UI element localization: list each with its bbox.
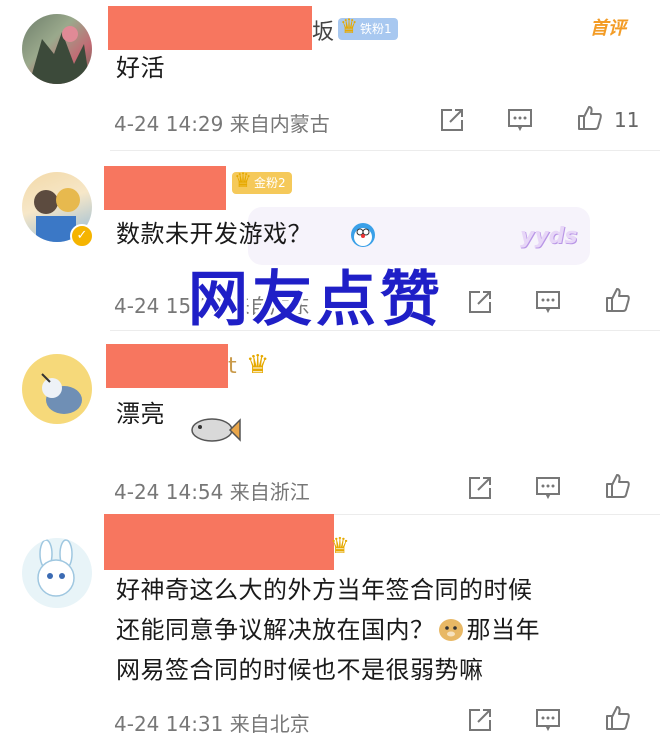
- share-icon[interactable]: [466, 288, 494, 316]
- comment-item: ♛ 好神奇这么大的外方当年签合同的时候 还能同意争议解决放在国内？ 那当年 网易…: [0, 514, 660, 752]
- like-count: 11: [614, 108, 640, 132]
- fan-badge-label: 铁粉1: [360, 22, 392, 36]
- like-icon[interactable]: [575, 104, 603, 132]
- avatar[interactable]: [22, 14, 92, 84]
- share-icon[interactable]: [466, 706, 494, 734]
- crown-icon: ♛: [340, 14, 358, 38]
- comment-item: 坂 ♛ 铁粉1 首评 好活 4-24 14:29 来自内蒙古 11: [0, 0, 660, 150]
- redacted-username: [106, 344, 228, 388]
- fan-badge[interactable]: ♛ 金粉2: [232, 168, 292, 194]
- fan-badge-label: 金粉2: [254, 176, 286, 190]
- comment-text: 漂亮: [116, 400, 165, 428]
- username-fragment: 坂: [312, 20, 335, 45]
- crown-icon: ♛: [234, 168, 252, 192]
- comment-text: 数款未开发游戏？: [116, 220, 312, 248]
- overlay-caption: 网友点赞: [188, 265, 444, 335]
- comment-text-line: 好神奇这么大的外方当年签合同的时候: [116, 576, 533, 604]
- comment-meta: 4-24 14:29 来自内蒙古: [114, 108, 330, 137]
- comment-time: 4-24 14:29: [114, 112, 224, 136]
- fan-badge[interactable]: ♛ 铁粉1: [338, 14, 398, 40]
- verified-badge: ✓: [70, 224, 94, 248]
- avatar[interactable]: [22, 354, 92, 424]
- comment-text-line: 还能同意争议解决放在国内？ 那当年: [116, 612, 540, 648]
- first-comment-tag: 首评: [590, 18, 626, 39]
- comment-time: 4-24 14:31: [114, 712, 224, 736]
- share-icon[interactable]: [438, 106, 466, 134]
- comment-location: 来自浙江: [229, 480, 310, 504]
- crown-icon: ♛: [246, 350, 270, 380]
- crown-icon: ♛: [330, 534, 350, 559]
- comment-time: 4-24 14:54: [114, 480, 224, 504]
- comment-icon[interactable]: [506, 106, 534, 134]
- comment-icon[interactable]: [534, 474, 562, 502]
- like-icon[interactable]: [603, 472, 631, 500]
- doge-emoji: [437, 616, 465, 642]
- comment-icon[interactable]: [534, 706, 562, 734]
- comment-text-segment: 还能同意争议解决放在国内？: [116, 616, 435, 644]
- avatar[interactable]: [22, 538, 92, 608]
- comment-location: 来自内蒙古: [229, 112, 330, 136]
- comment-text-line: 网易签合同的时候也不是很弱势嘛: [116, 656, 484, 684]
- redacted-username: [108, 6, 312, 50]
- comment-meta: 4-24 14:31 来自北京: [114, 708, 310, 737]
- share-icon[interactable]: [466, 474, 494, 502]
- redacted-username: [104, 166, 226, 210]
- redacted-username: [104, 514, 334, 570]
- comment-icon[interactable]: [534, 288, 562, 316]
- comment-meta: 4-24 14:54 来自浙江: [114, 476, 310, 505]
- comment-text: 好活: [116, 54, 165, 82]
- like-icon[interactable]: [603, 704, 631, 732]
- doraemon-emoji: [350, 222, 376, 248]
- comment-item: t ♛ 漂亮 4-24 14:54 来自浙江: [0, 330, 660, 514]
- comment-text-segment: 那当年: [466, 616, 540, 644]
- like-icon[interactable]: [603, 286, 631, 314]
- comment-location: 来自北京: [229, 712, 310, 736]
- yyds-sticker: yyds: [520, 224, 578, 249]
- username-fragment: t: [228, 354, 237, 379]
- fish-emoji: [186, 412, 242, 448]
